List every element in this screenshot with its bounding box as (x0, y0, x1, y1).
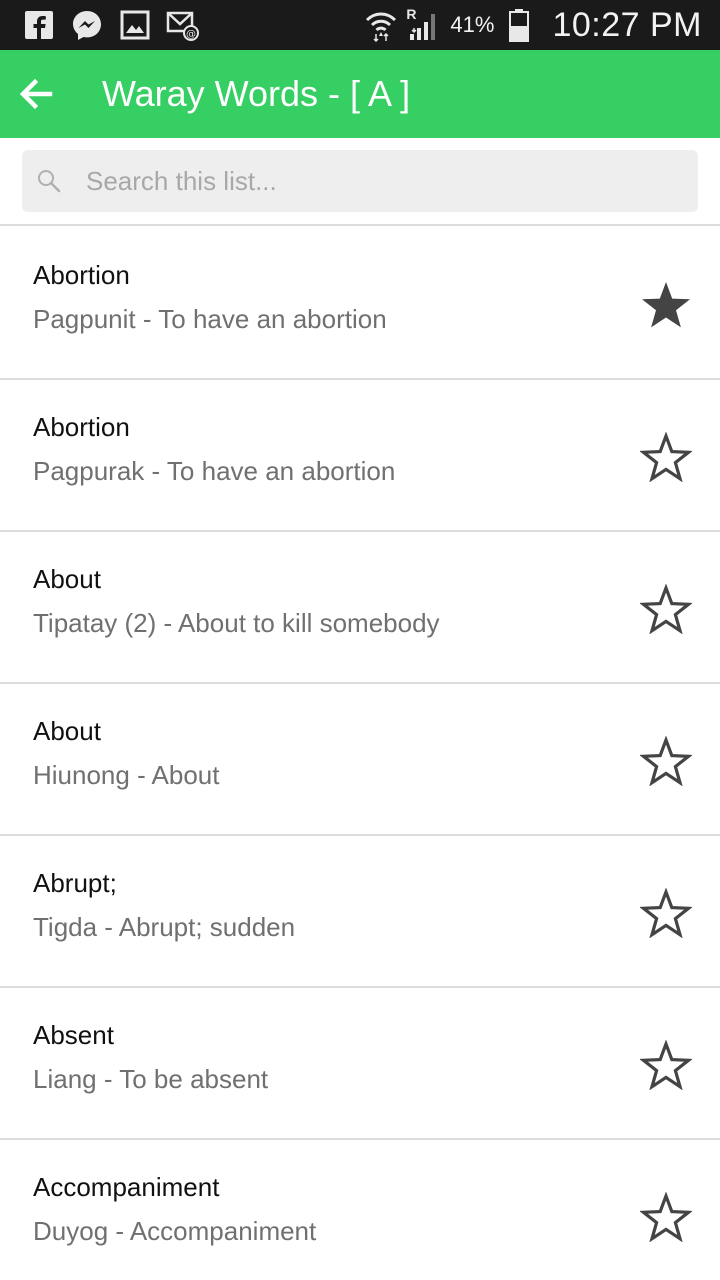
favorite-button[interactable] (636, 428, 696, 486)
list-item[interactable]: About Hiunong - About (0, 684, 720, 836)
word-title: Abrupt; (33, 868, 117, 898)
favorite-button[interactable] (636, 732, 696, 790)
battery-icon (502, 8, 536, 42)
email-icon: @ (166, 8, 200, 42)
star-outline-icon (640, 888, 692, 938)
word-list: Abortion Pagpunit - To have an abortion … (0, 228, 720, 1280)
back-arrow-icon (19, 78, 53, 110)
search-icon (34, 166, 64, 196)
svg-text:@: @ (186, 29, 196, 40)
word-translation: Tigda - Abrupt; sudden (33, 912, 296, 942)
word-translation: Tipatay (2) - About to kill somebody (33, 608, 440, 638)
star-outline-icon (640, 584, 692, 634)
back-button[interactable] (4, 62, 68, 126)
star-outline-icon (640, 432, 692, 482)
favorite-button[interactable] (636, 1188, 696, 1246)
search-section (0, 138, 720, 226)
system-indicators: R 41% 10:27 PM (364, 0, 702, 50)
word-title: About (33, 564, 101, 594)
list-item[interactable]: Accompaniment Duyog - Accompaniment (0, 1140, 720, 1280)
wifi-icon (364, 8, 398, 42)
favorite-button[interactable] (636, 884, 696, 942)
signal-icon: R (406, 6, 440, 42)
word-translation: Hiunong - About (33, 760, 220, 790)
list-item[interactable]: Abortion Pagpunit - To have an abortion (0, 228, 720, 380)
word-title: Abortion (33, 260, 130, 290)
word-title: Absent (33, 1020, 114, 1050)
notification-icons: @ (0, 8, 200, 42)
favorite-button[interactable] (636, 276, 696, 334)
star-outline-icon (640, 1192, 692, 1242)
clock: 10:27 PM (552, 5, 702, 44)
word-title: Accompaniment (33, 1172, 220, 1202)
status-bar: @ R 41% 10:27 PM (0, 0, 720, 50)
star-outline-icon (640, 736, 692, 786)
app-bar: Waray Words - [ A ] (0, 50, 720, 138)
list-item[interactable]: Abrupt; Tigda - Abrupt; sudden (0, 836, 720, 988)
search-box[interactable] (22, 150, 698, 212)
word-title: About (33, 716, 101, 746)
word-translation: Pagpunit - To have an abortion (33, 304, 387, 334)
facebook-icon (22, 8, 56, 42)
word-title: Abortion (33, 412, 130, 442)
favorite-button[interactable] (636, 1036, 696, 1094)
list-item[interactable]: Abortion Pagpurak - To have an abortion (0, 380, 720, 532)
battery-percent: 41% (450, 12, 495, 37)
word-translation: Pagpurak - To have an abortion (33, 456, 396, 486)
messenger-icon (70, 8, 104, 42)
gallery-icon (118, 8, 152, 42)
word-translation: Duyog - Accompaniment (33, 1216, 317, 1246)
star-outline-icon (640, 1040, 692, 1090)
roaming-indicator: R (406, 6, 417, 22)
word-translation: Liang - To be absent (33, 1064, 269, 1094)
favorite-button[interactable] (636, 580, 696, 638)
page-title: Waray Words - [ A ] (102, 73, 411, 114)
search-input[interactable] (86, 151, 686, 211)
list-item[interactable]: Absent Liang - To be absent (0, 988, 720, 1140)
star-filled-icon (642, 282, 690, 328)
list-item[interactable]: About Tipatay (2) - About to kill somebo… (0, 532, 720, 684)
